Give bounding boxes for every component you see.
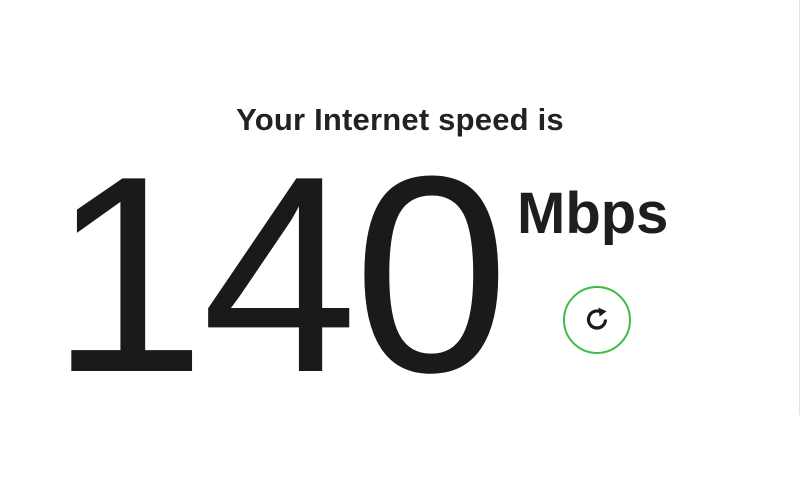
speed-value: 140 xyxy=(50,119,509,431)
refresh-button[interactable] xyxy=(563,286,631,354)
speed-unit: Mbps xyxy=(517,181,669,246)
refresh-icon xyxy=(582,305,612,335)
speed-test-result-page: Your Internet speed is 140 Mbps xyxy=(0,0,800,500)
